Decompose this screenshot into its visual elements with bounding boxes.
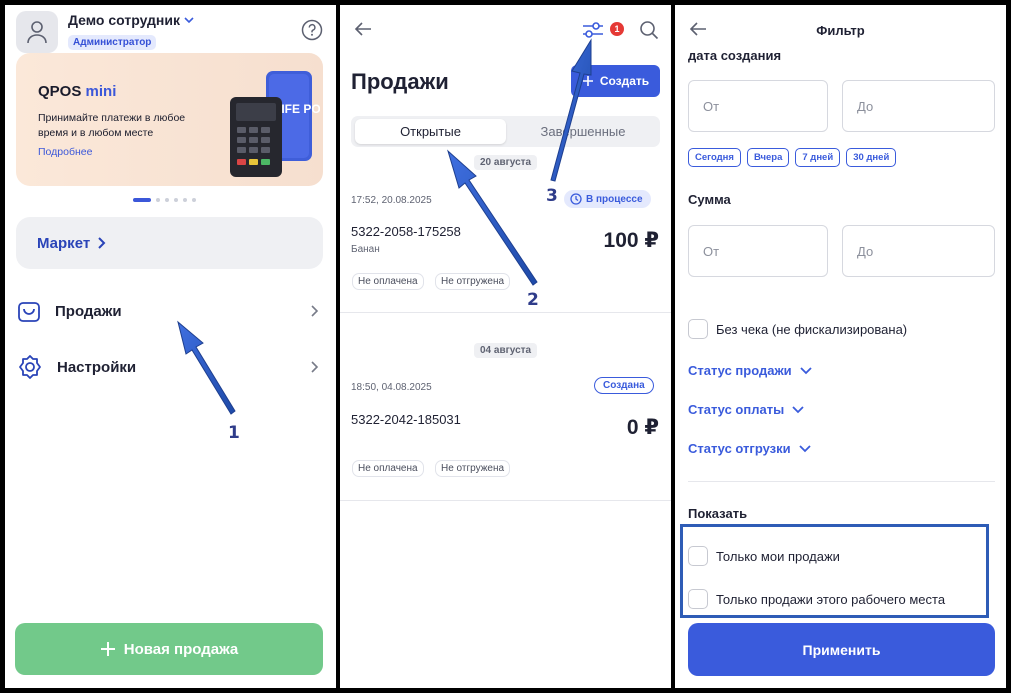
- status-badge: В процессе: [564, 190, 651, 208]
- banner-text: Принимайте платежи в любое время и в люб…: [38, 112, 186, 139]
- banner-title: QPOS mini: [38, 83, 117, 100]
- page-title: Фильтр: [816, 23, 865, 38]
- payment-status-accordion[interactable]: Статус оплаты: [688, 402, 804, 417]
- chip-30-days[interactable]: 30 дней: [846, 148, 897, 167]
- carousel-dots[interactable]: [133, 198, 196, 202]
- filter-screen: Фильтр дата создания От До Сегодня Вчера…: [675, 5, 1006, 688]
- sum-from-input[interactable]: От: [688, 225, 828, 277]
- created-date-label: дата создания: [688, 48, 782, 63]
- tab-completed[interactable]: Завершенные: [510, 119, 656, 144]
- date-to-input[interactable]: До: [842, 80, 995, 132]
- plus-icon: [100, 642, 115, 656]
- plus-icon: [582, 76, 593, 86]
- shipping-tag: Не отгружена: [435, 460, 511, 477]
- order-amount: 0 ₽: [626, 416, 659, 439]
- sum-to-input[interactable]: До: [842, 225, 995, 277]
- chip-today[interactable]: Сегодня: [688, 148, 741, 167]
- page-title: Продажи: [351, 69, 449, 94]
- chip-7-days[interactable]: 7 дней: [795, 148, 841, 167]
- create-button[interactable]: Создать: [571, 65, 660, 97]
- search-icon[interactable]: [639, 20, 659, 40]
- promo-banner[interactable]: QPOS mini Принимайте платежи в любое вре…: [16, 53, 323, 186]
- chevron-right-icon: [311, 361, 319, 373]
- pos-terminal-image: LIFE POS: [230, 71, 320, 177]
- order-customer: Банан: [351, 244, 380, 255]
- shipping-tag: Не отгружена: [435, 273, 511, 290]
- highlight-box: [680, 524, 989, 618]
- sum-label: Сумма: [688, 192, 731, 207]
- divider: [340, 312, 671, 313]
- order-amount: 100 ₽: [603, 229, 659, 252]
- callout-number-1: 1: [228, 423, 240, 443]
- quick-dates: Сегодня Вчера 7 дней 30 дней: [688, 148, 897, 167]
- sale-status-accordion[interactable]: Статус продажи: [688, 363, 812, 378]
- help-icon[interactable]: [301, 19, 323, 41]
- divider: [688, 481, 995, 482]
- create-label: Создать: [599, 74, 650, 88]
- no-receipt-checkbox[interactable]: Без чека (не фискализирована): [688, 319, 907, 339]
- payment-tag: Не оплачена: [352, 460, 424, 477]
- chevron-down-icon: [184, 16, 194, 23]
- gear-icon: [19, 355, 41, 379]
- order-time: 18:50, 04.08.2025: [351, 382, 432, 393]
- avatar[interactable]: [16, 11, 58, 53]
- tab-open[interactable]: Открытые: [355, 119, 506, 144]
- back-arrow-icon[interactable]: [354, 21, 372, 37]
- date-separator: 20 августа: [474, 155, 538, 170]
- callout-number-3: 3: [546, 186, 558, 206]
- menu-item-label: Настройки: [57, 358, 137, 376]
- market-button[interactable]: Маркет: [16, 217, 323, 269]
- role-badge: Администратор: [68, 35, 157, 50]
- new-sale-button[interactable]: Новая продажа: [15, 623, 323, 675]
- clock-icon: [570, 193, 582, 205]
- user-switcher[interactable]: Демо сотрудник: [68, 12, 194, 28]
- menu-item-sales[interactable]: Продажи: [16, 291, 323, 331]
- main-menu-screen: Демо сотрудник Администратор QPOS mini П…: [5, 5, 336, 688]
- checkbox[interactable]: [688, 319, 708, 339]
- order-time: 17:52, 20.08.2025: [351, 195, 432, 206]
- date-from-input[interactable]: От: [688, 80, 828, 132]
- chevron-right-icon: [311, 305, 319, 317]
- status-badge: Создана: [594, 377, 654, 394]
- menu-item-settings[interactable]: Настройки: [16, 347, 323, 387]
- chevron-right-icon: [98, 237, 106, 249]
- new-sale-label: Новая продажа: [123, 640, 239, 658]
- market-label: Маркет: [37, 234, 91, 252]
- chip-yesterday[interactable]: Вчера: [746, 148, 790, 167]
- order-number[interactable]: 5322-2042-185031: [351, 412, 461, 427]
- callout-number-2: 2: [527, 290, 539, 310]
- order-number[interactable]: 5322-2058-175258: [351, 224, 461, 239]
- chevron-down-icon: [792, 405, 804, 413]
- filter-count-badge: 1: [610, 22, 624, 36]
- chevron-down-icon: [798, 444, 811, 452]
- show-label: Показать: [688, 506, 748, 521]
- payment-tag: Не оплачена: [352, 273, 424, 290]
- sales-screen: 1 Продажи Создать Открытые Завершенные 2…: [340, 5, 671, 688]
- shipping-status-accordion[interactable]: Статус отгрузки: [688, 441, 811, 456]
- user-name: Демо сотрудник: [68, 12, 180, 28]
- apply-button[interactable]: Применить: [688, 623, 995, 676]
- chevron-down-icon: [800, 366, 812, 374]
- banner-more-link[interactable]: Подробнее: [38, 146, 92, 158]
- date-separator: 04 августа: [474, 343, 538, 358]
- bag-icon: [18, 302, 40, 322]
- filter-icon[interactable]: [581, 20, 605, 40]
- divider: [340, 500, 671, 501]
- menu-item-label: Продажи: [55, 302, 122, 320]
- user-icon: [27, 21, 47, 44]
